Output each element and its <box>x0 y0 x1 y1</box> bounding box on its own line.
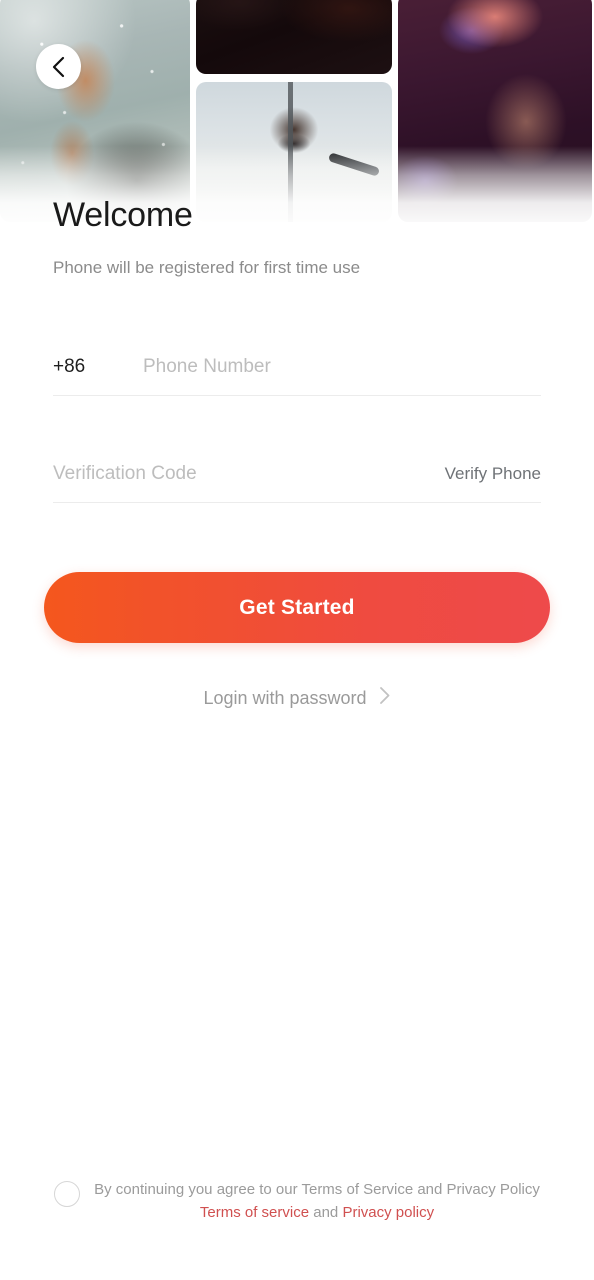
phone-field-row: +86 <box>53 338 541 396</box>
agreement-statement: By continuing you agree to our Terms of … <box>94 1180 540 1198</box>
welcome-screen: Welcome Phone will be registered for fir… <box>0 0 594 1280</box>
collage-column-left <box>0 0 190 222</box>
agreement-row: By continuing you agree to our Terms of … <box>0 1178 594 1225</box>
collage-card-singer-sunglasses <box>196 82 392 222</box>
collage-card-dark-stage <box>196 0 392 74</box>
login-with-password-link[interactable]: Login with password <box>0 686 594 710</box>
verification-code-field-row: Verify Phone <box>53 445 541 503</box>
country-code-label[interactable]: +86 <box>53 356 143 378</box>
collage-grid <box>0 0 594 222</box>
agreement-checkbox[interactable] <box>54 1180 81 1207</box>
verify-phone-button[interactable]: Verify Phone <box>431 464 541 484</box>
back-button[interactable] <box>36 44 81 89</box>
phone-number-input[interactable] <box>143 338 541 395</box>
collage-card-magenta-concert <box>398 0 592 222</box>
agreement-conjunction: and <box>313 1203 339 1221</box>
login-with-password-label: Login with password <box>203 687 367 708</box>
privacy-policy-link[interactable]: Privacy policy <box>342 1204 434 1221</box>
page-title: Welcome <box>53 196 193 234</box>
agreement-text: By continuing you agree to our Terms of … <box>94 1178 540 1225</box>
get-started-button[interactable]: Get Started <box>44 572 550 643</box>
chevron-right-icon <box>379 686 391 710</box>
collage-column-right <box>398 0 592 222</box>
page-subtitle: Phone will be registered for first time … <box>53 258 361 277</box>
chevron-left-icon <box>50 55 67 79</box>
terms-of-service-link[interactable]: Terms of service <box>200 1204 309 1221</box>
collage-column-middle <box>196 0 392 222</box>
agreement-links: Terms of service and Privacy policy <box>94 1201 540 1224</box>
collage-card-concert-smoke <box>0 0 190 222</box>
verification-code-input[interactable] <box>53 445 431 502</box>
